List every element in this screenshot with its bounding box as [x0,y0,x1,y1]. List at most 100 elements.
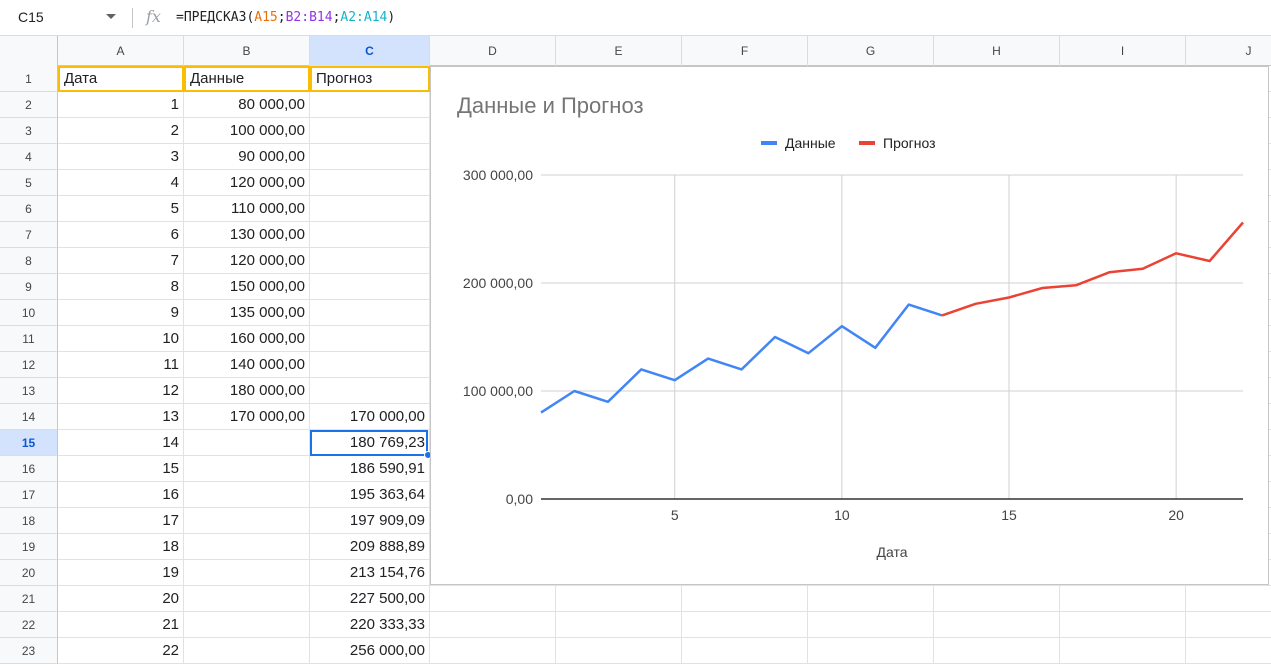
column-header-d[interactable]: D [430,36,556,66]
cell-data[interactable] [184,534,310,560]
cell-date[interactable]: 17 [58,508,184,534]
cell-forecast[interactable] [310,378,430,404]
cell-data[interactable]: 160 000,00 [184,326,310,352]
cell-date[interactable]: 9 [58,300,184,326]
cell-data[interactable]: 80 000,00 [184,92,310,118]
empty-cell[interactable] [682,638,808,664]
empty-cell[interactable] [934,612,1060,638]
cell-date[interactable]: 22 [58,638,184,664]
column-header-c[interactable]: C [310,36,430,66]
empty-cell[interactable] [430,612,556,638]
row-header-14[interactable]: 14 [0,404,58,430]
empty-cell[interactable] [430,638,556,664]
cell-forecast[interactable]: 213 154,76 [310,560,430,586]
empty-cell[interactable] [808,612,934,638]
row-header-1[interactable]: 1 [0,66,58,92]
cell-date[interactable]: 18 [58,534,184,560]
row-header-18[interactable]: 18 [0,508,58,534]
column-header-i[interactable]: I [1060,36,1186,66]
row-header-9[interactable]: 9 [0,274,58,300]
header-cell-date[interactable]: Дата [58,66,184,92]
row-header-22[interactable]: 22 [0,612,58,638]
cell-forecast[interactable]: 180 769,23 [310,430,430,456]
cell-data[interactable]: 100 000,00 [184,118,310,144]
cell-data[interactable] [184,456,310,482]
row-header-11[interactable]: 11 [0,326,58,352]
cell-data[interactable]: 150 000,00 [184,274,310,300]
cell-data[interactable] [184,508,310,534]
cell-data[interactable] [184,586,310,612]
empty-cell[interactable] [556,638,682,664]
row-header-21[interactable]: 21 [0,586,58,612]
empty-cell[interactable] [682,586,808,612]
cell-forecast[interactable]: 220 333,33 [310,612,430,638]
cell-data[interactable] [184,638,310,664]
column-header-h[interactable]: H [934,36,1060,66]
cell-date[interactable]: 10 [58,326,184,352]
cell-forecast[interactable] [310,326,430,352]
cell-forecast[interactable]: 256 000,00 [310,638,430,664]
cell-forecast[interactable]: 186 590,91 [310,456,430,482]
cell-data[interactable]: 170 000,00 [184,404,310,430]
cell-date[interactable]: 15 [58,456,184,482]
cell-forecast[interactable] [310,196,430,222]
cell-date[interactable]: 1 [58,92,184,118]
row-header-19[interactable]: 19 [0,534,58,560]
cell-forecast[interactable]: 227 500,00 [310,586,430,612]
empty-cell[interactable] [808,638,934,664]
empty-cell[interactable] [1060,586,1186,612]
cell-date[interactable]: 4 [58,170,184,196]
empty-cell[interactable] [808,586,934,612]
cell-date[interactable]: 21 [58,612,184,638]
select-all-corner[interactable] [0,36,58,66]
row-header-23[interactable]: 23 [0,638,58,664]
row-header-10[interactable]: 10 [0,300,58,326]
cell-date[interactable]: 11 [58,352,184,378]
formula-input[interactable]: =ПРЕДСКАЗ(A15;B2:B14;A2:A14) [176,0,395,35]
empty-cell[interactable] [682,612,808,638]
row-header-7[interactable]: 7 [0,222,58,248]
cell-forecast[interactable]: 195 363,64 [310,482,430,508]
header-cell-data[interactable]: Данные [184,66,310,92]
empty-cell[interactable] [1186,612,1271,638]
row-header-17[interactable]: 17 [0,482,58,508]
cell-date[interactable]: 19 [58,560,184,586]
cell-date[interactable]: 5 [58,196,184,222]
cell-data[interactable] [184,612,310,638]
cell-forecast[interactable]: 170 000,00 [310,404,430,430]
cell-forecast[interactable] [310,144,430,170]
empty-cell[interactable] [1060,612,1186,638]
cell-forecast[interactable] [310,222,430,248]
cell-data[interactable]: 135 000,00 [184,300,310,326]
empty-cell[interactable] [1186,586,1271,612]
cell-data[interactable] [184,482,310,508]
line-chart[interactable]: Данные и Прогноз Данные Прогноз 0,00 100 000… [430,66,1269,585]
chevron-down-icon[interactable] [106,14,116,19]
column-header-f[interactable]: F [682,36,808,66]
row-header-20[interactable]: 20 [0,560,58,586]
header-cell-forecast[interactable]: Прогноз [310,66,430,92]
cell-data[interactable]: 140 000,00 [184,352,310,378]
row-header-15[interactable]: 15 [0,430,58,456]
cell-date[interactable]: 12 [58,378,184,404]
row-header-4[interactable]: 4 [0,144,58,170]
cell-date[interactable]: 16 [58,482,184,508]
cell-data[interactable]: 130 000,00 [184,222,310,248]
empty-cell[interactable] [556,612,682,638]
row-header-2[interactable]: 2 [0,92,58,118]
row-header-16[interactable]: 16 [0,456,58,482]
row-header-3[interactable]: 3 [0,118,58,144]
cell-data[interactable] [184,430,310,456]
column-header-b[interactable]: B [184,36,310,66]
cell-data[interactable] [184,560,310,586]
cell-data[interactable]: 110 000,00 [184,196,310,222]
spreadsheet-grid[interactable]: ABCDEFGHIJ 1 Дата Данные Прогноз 2 1 80 000,00… [0,36,1271,669]
cell-forecast[interactable] [310,274,430,300]
cell-forecast[interactable] [310,352,430,378]
empty-cell[interactable] [1060,638,1186,664]
cell-forecast[interactable]: 209 888,89 [310,534,430,560]
empty-cell[interactable] [934,638,1060,664]
empty-cell[interactable] [430,586,556,612]
cell-forecast[interactable] [310,300,430,326]
cell-date[interactable]: 3 [58,144,184,170]
